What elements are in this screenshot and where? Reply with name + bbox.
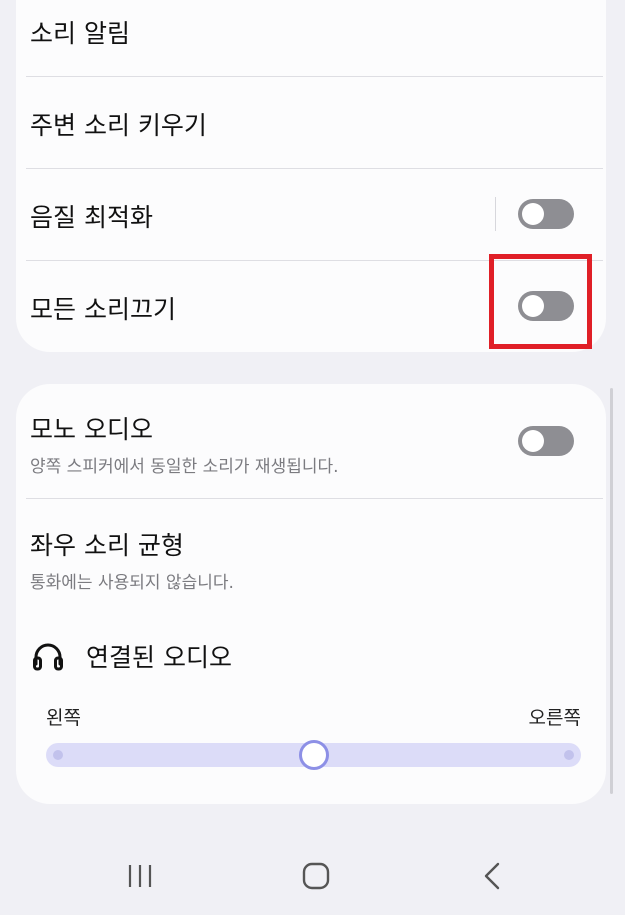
balance-item: 좌우 소리 균형 통화에는 사용되지 않습니다. xyxy=(30,526,603,593)
balance-label: 좌우 소리 균형 xyxy=(30,531,184,560)
sound-quality-label: 음질 최적화 xyxy=(30,203,153,232)
slider-right-dot xyxy=(564,750,574,760)
sound-quality-toggle[interactable] xyxy=(518,199,574,229)
balance-right-label: 오른쪽 xyxy=(528,707,581,729)
sound-notifications-label: 소리 알림 xyxy=(30,19,130,48)
divider xyxy=(26,498,603,499)
recent-apps-button[interactable] xyxy=(110,855,170,895)
balance-left-label: 왼쪽 xyxy=(46,707,81,729)
balance-description: 통화에는 사용되지 않습니다. xyxy=(30,573,234,593)
toggle-separator xyxy=(495,197,496,231)
mono-audio-description: 양쪽 스피커에서 동일한 소리가 재생됩니다. xyxy=(30,457,339,477)
toggle-knob xyxy=(522,203,544,225)
toggle-knob xyxy=(522,430,544,452)
highlight-box xyxy=(489,254,592,349)
headphones-icon xyxy=(32,640,64,676)
scrollbar[interactable] xyxy=(610,388,613,794)
sound-quality-item[interactable]: 음질 최적화 xyxy=(30,198,603,234)
divider xyxy=(26,168,603,169)
balance-slider-thumb[interactable] xyxy=(298,740,329,770)
sound-notifications-item[interactable]: 소리 알림 xyxy=(30,14,603,50)
navigation-bar xyxy=(0,855,625,915)
divider xyxy=(26,76,603,77)
mono-audio-toggle[interactable] xyxy=(518,426,574,456)
mono-audio-item[interactable]: 모노 오디오 양쪽 스피커에서 동일한 소리가 재생됩니다. xyxy=(30,410,603,477)
amplify-ambient-item[interactable]: 주변 소리 키우기 xyxy=(30,106,603,142)
back-button[interactable] xyxy=(462,855,522,895)
slider-left-dot xyxy=(53,750,63,760)
recent-apps-icon xyxy=(110,865,170,899)
back-icon xyxy=(462,862,522,899)
amplify-ambient-label: 주변 소리 키우기 xyxy=(30,111,207,140)
mute-all-label: 모든 소리끄기 xyxy=(30,295,176,324)
home-button[interactable] xyxy=(286,855,346,895)
home-icon xyxy=(286,862,346,899)
connected-audio-label: 연결된 오디오 xyxy=(86,643,232,672)
